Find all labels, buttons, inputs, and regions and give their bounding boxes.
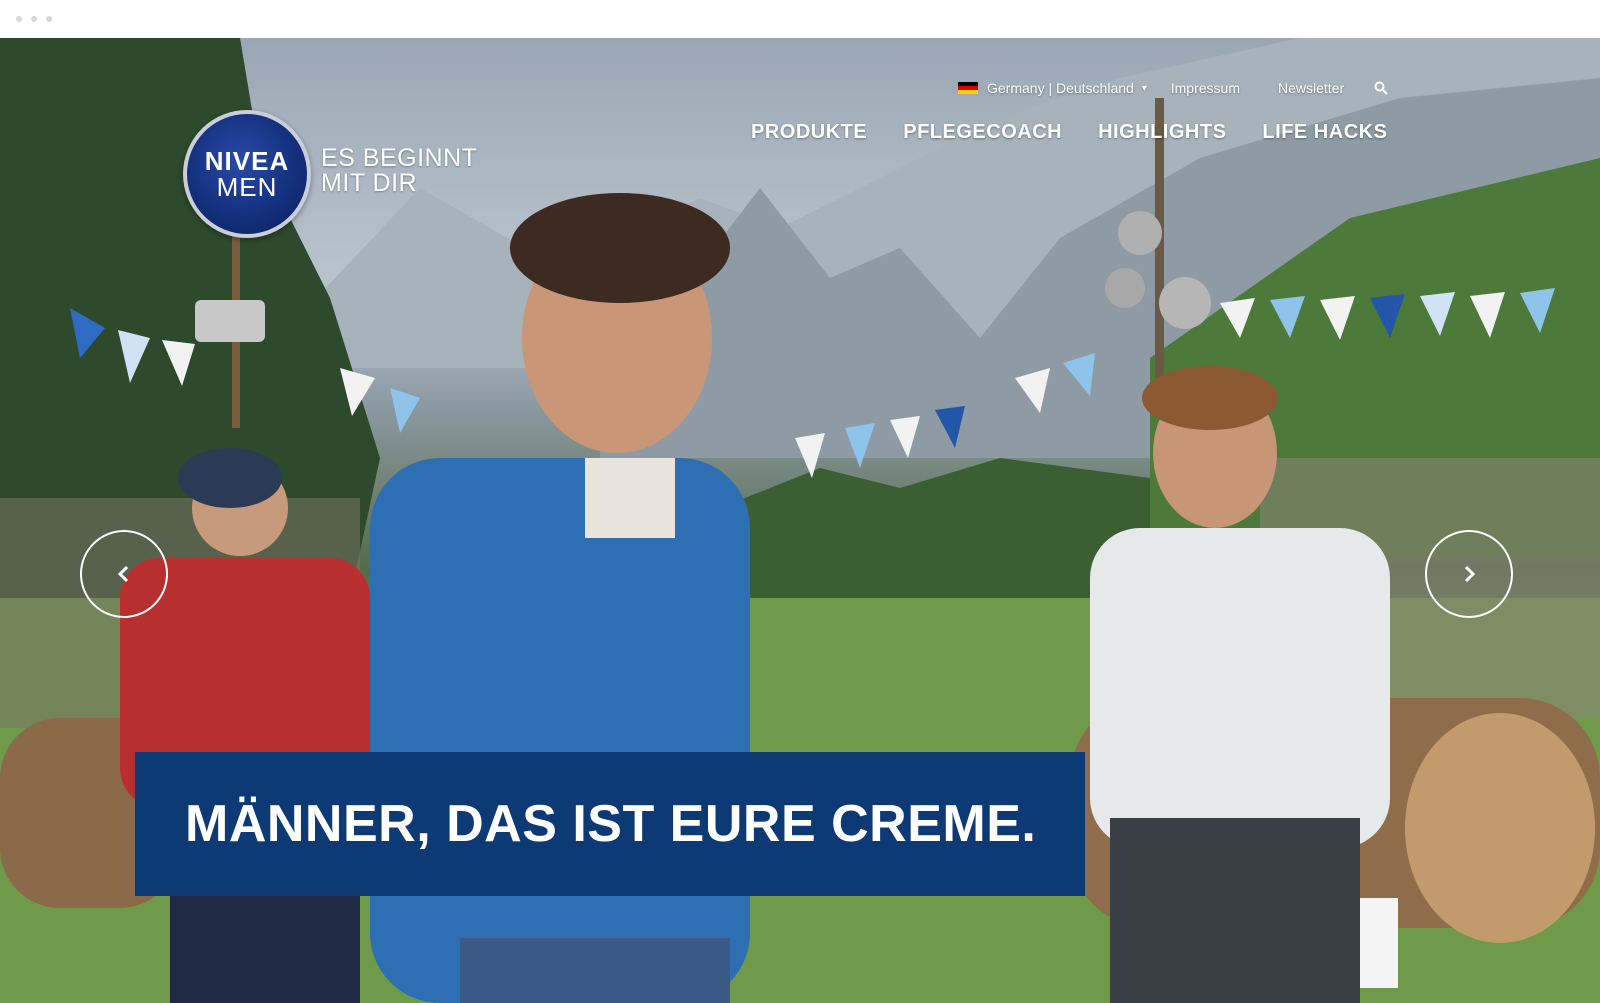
impressum-link[interactable]: Impressum <box>1171 80 1240 96</box>
nav-item-life-hacks[interactable]: LIFE HACKS <box>1262 121 1387 144</box>
chevron-down-icon[interactable]: ▼ <box>1140 83 1149 93</box>
tagline-line-1: ES BEGINNT <box>321 144 478 172</box>
search-icon[interactable] <box>1374 81 1388 95</box>
window-dot <box>31 16 37 22</box>
window-dot <box>46 16 52 22</box>
main-nav: PRODUKTE PFLEGECOACH HIGHLIGHTS LIFE HAC… <box>751 121 1387 144</box>
carousel-prev-button[interactable] <box>80 530 168 618</box>
brand-tagline: ES BEGINNT MIT DIR <box>321 146 477 196</box>
carousel-next-button[interactable] <box>1425 530 1513 618</box>
nav-item-produkte[interactable]: PRODUKTE <box>751 121 867 144</box>
nav-item-pflegecoach[interactable]: PFLEGECOACH <box>903 121 1062 144</box>
logo-sub-text: MEN <box>216 172 278 202</box>
newsletter-link[interactable]: Newsletter <box>1278 80 1344 96</box>
nav-item-highlights[interactable]: HIGHLIGHTS <box>1098 121 1226 144</box>
hero-headline: MÄNNER, DAS IST EURE CREME. <box>185 795 1037 853</box>
browser-top-bar <box>0 0 1600 38</box>
chevron-right-icon <box>1464 565 1476 583</box>
tagline-line-2: MIT DIR <box>321 169 418 197</box>
germany-flag-icon <box>958 81 978 95</box>
logo-brand-text: NIVEA <box>204 146 290 176</box>
window-dot <box>16 16 22 22</box>
hero-headline-box: MÄNNER, DAS IST EURE CREME. <box>135 752 1085 896</box>
utility-nav: Germany | Deutschland ▼ Impressum Newsle… <box>958 78 1388 98</box>
chevron-left-icon <box>117 565 129 583</box>
country-selector[interactable]: Germany | Deutschland <box>987 80 1134 96</box>
nivea-men-logo[interactable]: NIVEA MEN <box>183 110 311 238</box>
